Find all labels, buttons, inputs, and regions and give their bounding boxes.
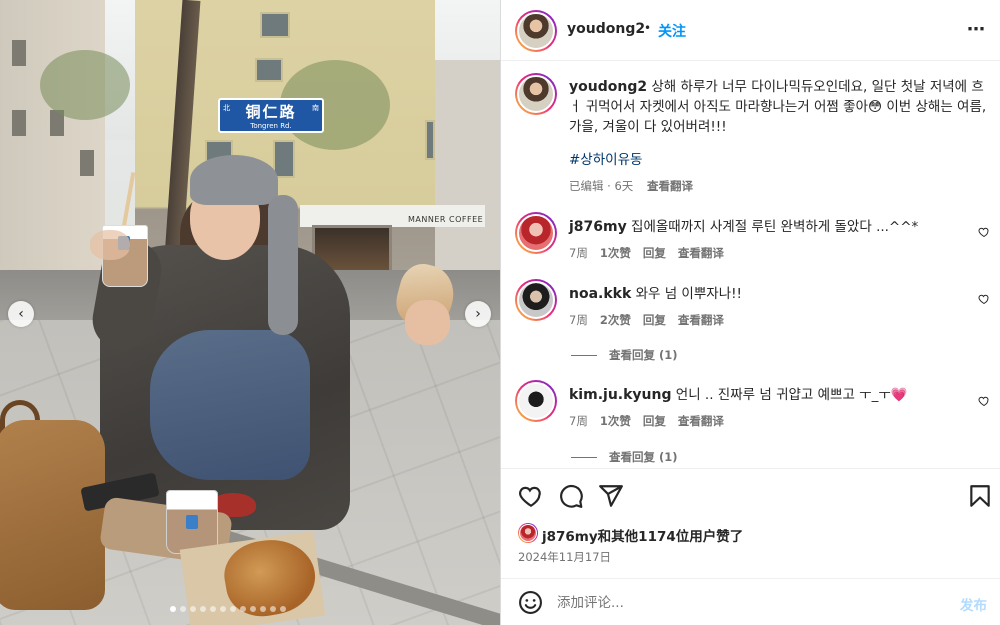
person-beanie [190,155,278,205]
comment-username[interactable]: j876my [569,219,627,235]
chevron-left-icon: ‹ [18,306,24,322]
avatar[interactable] [518,523,538,543]
post-panel: youdong2 • 关注 ⋯ youdong2 상해 하루가 너무 다이나믹듀… [500,0,1000,625]
post-header: youdong2 • 关注 ⋯ [501,0,1000,61]
divider [571,354,597,356]
reply-button[interactable]: 回复 [643,413,666,429]
tote-bag [0,420,105,610]
post-date: 2024年11月17日 [518,550,612,564]
hashtag-link[interactable]: #상하이유동 [569,150,642,170]
translate-link[interactable]: 查看翻译 [678,312,724,328]
comment-username[interactable]: kim.ju.kyung [569,387,672,403]
caption: youdong2 상해 하루가 너무 다이나믹듀오인데요, 일단 첫날 저녁에 … [569,77,989,137]
carousel-dots [170,606,286,612]
comment-username[interactable]: noa.kkk [569,286,631,302]
comment-text: 집에올때까지 사계절 루틴 완벽하게 돌았다 ...^^* [631,219,919,235]
view-replies-button[interactable]: 查看回复 (1) [571,347,678,363]
building-right [435,60,500,305]
comment-meta: 7周 2次赞 回复 查看翻译 [569,312,724,328]
heart-icon[interactable] [978,293,990,305]
more-horizontal-icon[interactable]: ⋯ [967,19,986,40]
beanie-earflap [268,195,298,335]
avatar[interactable] [515,10,557,52]
share-icon[interactable] [598,483,624,509]
carousel-dot [280,606,286,612]
caption-meta: 已编辑 · 6天 查看翻译 [569,178,693,194]
reply-button[interactable]: 回复 [643,312,666,328]
heart-icon[interactable] [978,395,990,407]
translate-link[interactable]: 查看翻译 [678,245,724,261]
view-replies-label: 查看回复 (1) [609,450,678,464]
translate-link[interactable]: 查看翻译 [678,413,724,429]
carousel-dot [230,606,236,612]
carousel-dot [180,606,186,612]
separator: • [644,21,652,35]
person-jeans [150,330,310,480]
comment-likes[interactable]: 2次赞 [600,312,631,328]
shop-sign: MANNER COFFEE [408,215,484,224]
comment-meta: 7周 1次赞 回复 查看翻译 [569,413,724,429]
comment-time: 7周 [569,246,588,260]
comment-text: 와우 넘 이뿌자나!! [635,286,742,302]
reply-button[interactable]: 回复 [643,245,666,261]
avatar[interactable] [515,380,557,422]
cup-logo [186,515,198,529]
divider [571,456,597,458]
translate-link[interactable]: 查看翻译 [647,179,693,193]
comment: j876my 집에올때까지 사계절 루틴 완벽하게 돌았다 ...^^* [569,217,969,237]
comment-text: 언니 .. 진짜루 넘 귀얍고 예쁘고 ㅜ_ㅜ💗 [675,387,908,403]
comment-time: 7周 [569,414,588,428]
carousel-dot [250,606,256,612]
avatar[interactable] [515,212,557,254]
bookmark-icon[interactable] [967,483,993,509]
post-comment-button[interactable]: 发布 [960,594,987,614]
follow-button[interactable]: 关注 [658,21,686,41]
comment-composer: 发布 [501,578,1000,625]
person-hand [405,300,450,345]
comment-likes[interactable]: 1次赞 [600,413,631,429]
comment-likes[interactable]: 1次赞 [600,245,631,261]
carousel-dot [200,606,206,612]
carousel-dot [260,606,266,612]
comment-time: 7周 [569,313,588,327]
carousel-dot [170,606,176,612]
avatar[interactable] [515,279,557,321]
tree-foliage [40,50,130,120]
carousel-next-button[interactable]: › [465,301,491,327]
comment-input[interactable] [557,590,937,615]
carousel-dot [240,606,246,612]
view-replies-button[interactable]: 查看回复 (1) [571,449,678,465]
carousel-prev-button[interactable]: ‹ [8,301,34,327]
likes-summary[interactable]: j876my和其他1174位用户赞了 [542,525,743,545]
avatar[interactable] [515,73,557,115]
username[interactable]: youdong2 [567,21,645,37]
carousel-dot [210,606,216,612]
street-sign: 北 南 铜仁路 Tongren Rd. [218,98,324,133]
carousel-dot [220,606,226,612]
person-hand [90,230,130,260]
comment-icon[interactable] [558,483,584,509]
heart-icon[interactable] [518,483,544,509]
caption-username[interactable]: youdong2 [569,79,647,95]
caption-time: 已编辑 · 6天 [569,179,634,193]
carousel-dot [270,606,276,612]
comment: noa.kkk 와우 넘 이뿌자나!! [569,284,969,304]
view-replies-label: 查看回复 (1) [609,348,678,362]
chevron-right-icon: › [475,306,481,322]
carousel-dot [190,606,196,612]
building-left [0,0,105,280]
street-sign-name: 铜仁路 [245,103,297,121]
street-sign-pinyin: Tongren Rd. [250,122,292,130]
heart-icon[interactable] [978,226,990,238]
comment-meta: 7周 1次赞 回复 查看翻译 [569,245,724,261]
post-photo[interactable]: MANNER COFFEE 北 南 铜仁路 Tongren Rd. ‹ › [0,0,500,625]
emoji-icon[interactable] [518,590,543,615]
comment: kim.ju.kyung 언니 .. 진짜루 넘 귀얍고 예쁘고 ㅜ_ㅜ💗 [569,385,969,405]
